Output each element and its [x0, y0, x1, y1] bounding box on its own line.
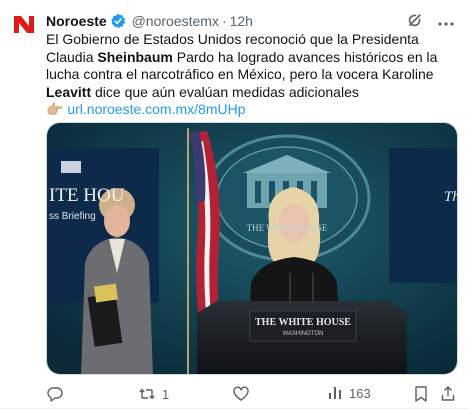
- podium-subtitle: WASHINGTON: [282, 331, 323, 337]
- views-button[interactable]: 163: [327, 385, 371, 401]
- grok-icon[interactable]: [407, 12, 423, 33]
- retweet-icon: [138, 385, 156, 403]
- seal-text: THE WHITE HOUSE: [247, 223, 328, 233]
- share-icon: [440, 385, 456, 403]
- tweet-timestamp[interactable]: 12h: [230, 13, 253, 29]
- tweet-media-image[interactable]: ITE HOU ss Briefing Th THE WHITE HOUSE T…: [46, 122, 458, 375]
- backdrop-text-left: ITE HOU: [49, 185, 125, 206]
- backdrop-text-right: Th: [444, 189, 458, 205]
- bookmark-button[interactable]: [413, 385, 429, 403]
- tweet-text: El Gobierno de Estados Unidos reconoció …: [46, 31, 456, 119]
- author-handle[interactable]: @noroestemx: [132, 13, 219, 29]
- author-avatar[interactable]: [12, 12, 36, 36]
- retweet-button[interactable]: 1: [138, 385, 169, 403]
- header-actions: [407, 12, 455, 33]
- noroeste-logo-icon: [14, 16, 34, 33]
- hashtag-leavitt[interactable]: Leavitt: [46, 84, 91, 100]
- hashtag-sheinbaum[interactable]: Sheinbaum: [97, 49, 172, 65]
- tweet-text-part: dice que aún evalúan medidas adicionales: [91, 83, 359, 100]
- article-link[interactable]: url.noroeste.com.mx/8mUHp: [67, 101, 245, 117]
- views-count: 163: [349, 385, 371, 401]
- reply-button[interactable]: [46, 385, 70, 403]
- header-separator: ·: [221, 13, 227, 29]
- retweet-count: 1: [162, 386, 170, 402]
- reply-icon: [46, 385, 64, 403]
- pointing-hand-emoji: 👉🏼: [46, 101, 64, 117]
- backdrop-text-left-sub: ss Briefing: [49, 211, 96, 222]
- like-button[interactable]: [232, 385, 256, 403]
- tweet-header: Noroeste @noroestemx · 12h: [46, 11, 457, 31]
- tweet-card[interactable]: Noroeste @noroestemx · 12h El Gobierno de …: [0, 0, 469, 409]
- press-briefing-photo: ITE HOU ss Briefing Th THE WHITE HOUSE T…: [47, 123, 458, 374]
- bookmark-icon: [413, 385, 429, 403]
- author-name[interactable]: Noroeste: [46, 13, 107, 29]
- podium-title: THE WHITE HOUSE: [255, 317, 351, 328]
- tweet-action-bar: 1 163: [46, 383, 458, 403]
- analytics-icon: [327, 385, 343, 401]
- heart-icon: [232, 385, 250, 403]
- share-button[interactable]: [440, 385, 456, 403]
- more-options-icon[interactable]: [437, 14, 455, 32]
